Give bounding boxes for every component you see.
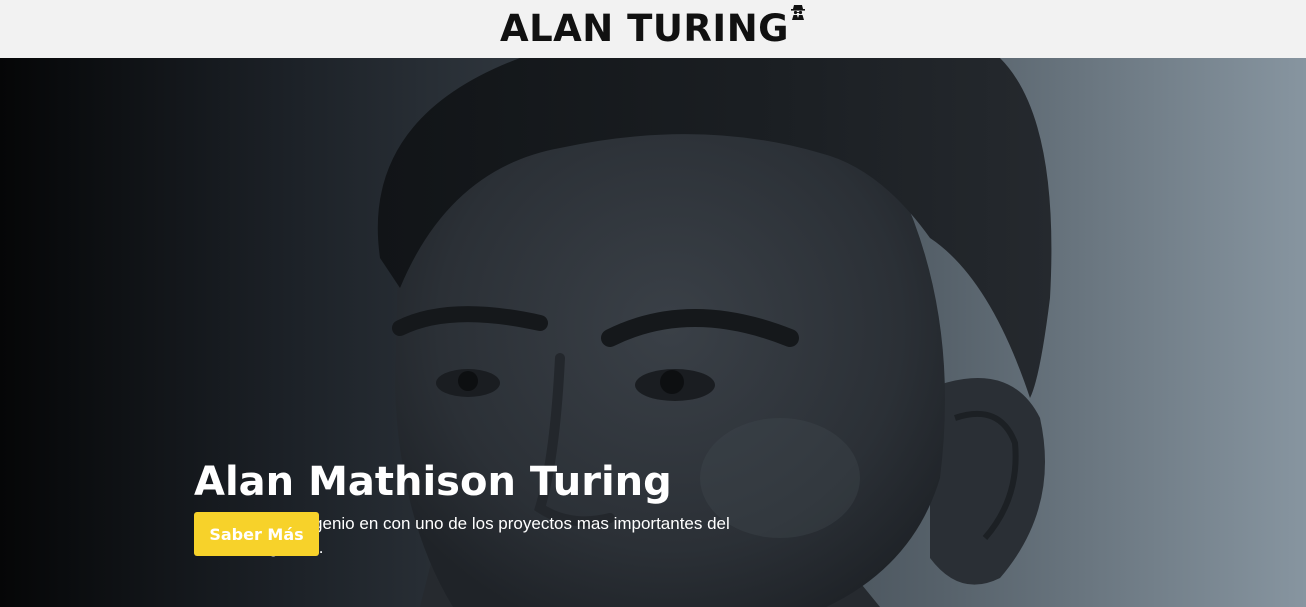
- spy-icon: [791, 5, 806, 20]
- site-title: ALAN TURING: [499, 7, 790, 50]
- hero-title: Alan Mathison Turing: [194, 459, 672, 505]
- site-header: ALAN TURING: [0, 0, 1306, 58]
- saber-mas-button[interactable]: Saber Más: [194, 512, 319, 556]
- brand[interactable]: ALAN TURING: [500, 0, 806, 58]
